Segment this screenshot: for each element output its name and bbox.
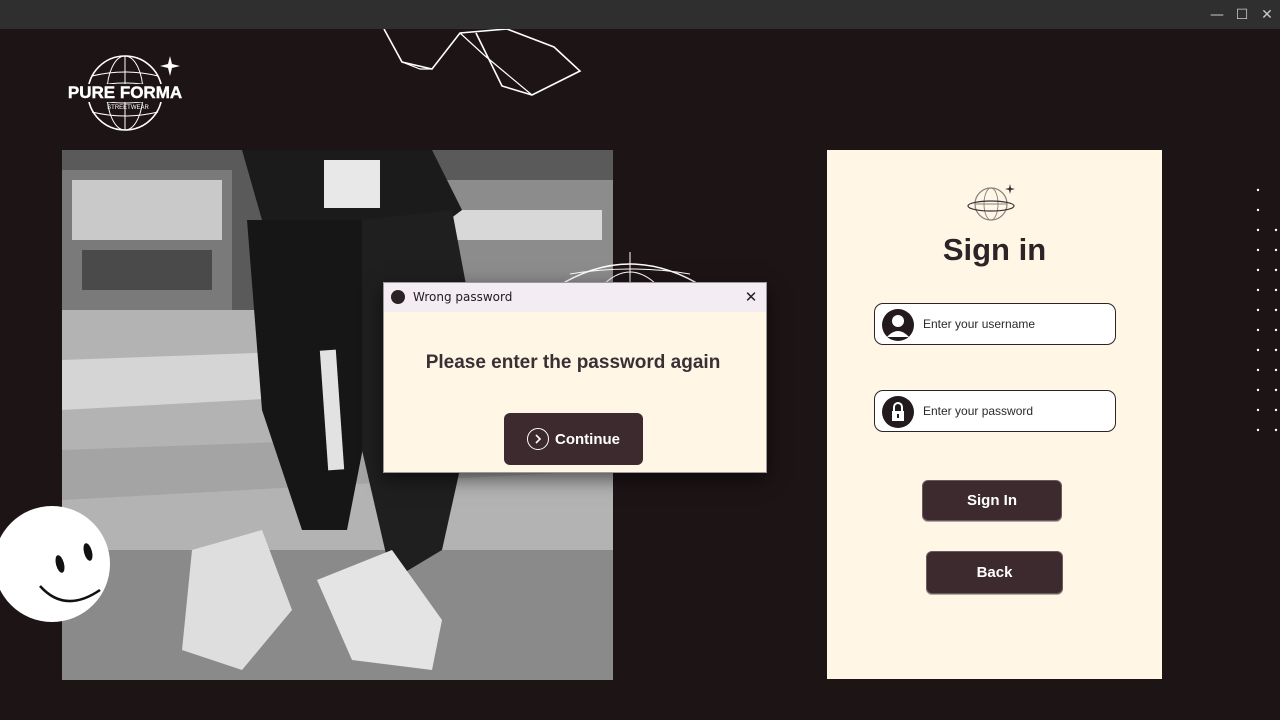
- dot-pattern-decoration: [1256, 188, 1278, 432]
- user-icon: [882, 309, 914, 341]
- window-titlebar: — ☐ ✕: [0, 0, 1280, 29]
- logo-tagline-text: STREETWEAR: [107, 105, 149, 111]
- minimize-button[interactable]: —: [1204, 0, 1230, 29]
- wrong-password-dialog: Wrong password ✕ Please enter the passwo…: [383, 282, 767, 473]
- logo-brand-text: PURE FORMA: [68, 83, 182, 102]
- password-input[interactable]: [923, 391, 1108, 431]
- signin-title: Sign in: [942, 232, 1047, 267]
- continue-button-label: Continue: [555, 430, 620, 448]
- globe-icon: [967, 184, 1015, 221]
- signin-panel: Sign in Sign In Back: [827, 150, 1162, 679]
- dialog-titlebar: Wrong password ✕: [384, 283, 766, 312]
- username-input[interactable]: [923, 304, 1108, 344]
- dialog-close-button[interactable]: ✕: [740, 286, 762, 308]
- back-button[interactable]: Back: [926, 551, 1063, 594]
- password-field[interactable]: [874, 390, 1116, 432]
- smiley-face-icon: [0, 506, 110, 622]
- decorative-shapes: [383, 29, 582, 96]
- username-field[interactable]: [874, 303, 1116, 345]
- dialog-message: Please enter the password again: [425, 352, 721, 373]
- lock-icon: [882, 396, 914, 428]
- maximize-button[interactable]: ☐: [1229, 0, 1255, 29]
- signin-button[interactable]: Sign In: [922, 480, 1062, 521]
- continue-button[interactable]: Continue: [504, 413, 643, 465]
- chevron-right-icon: [527, 428, 549, 450]
- app-icon: [391, 290, 405, 304]
- close-window-button[interactable]: ✕: [1254, 0, 1280, 29]
- dialog-title: Wrong password: [413, 290, 513, 304]
- brand-logo: PURE FORMA STREETWEAR: [60, 55, 190, 131]
